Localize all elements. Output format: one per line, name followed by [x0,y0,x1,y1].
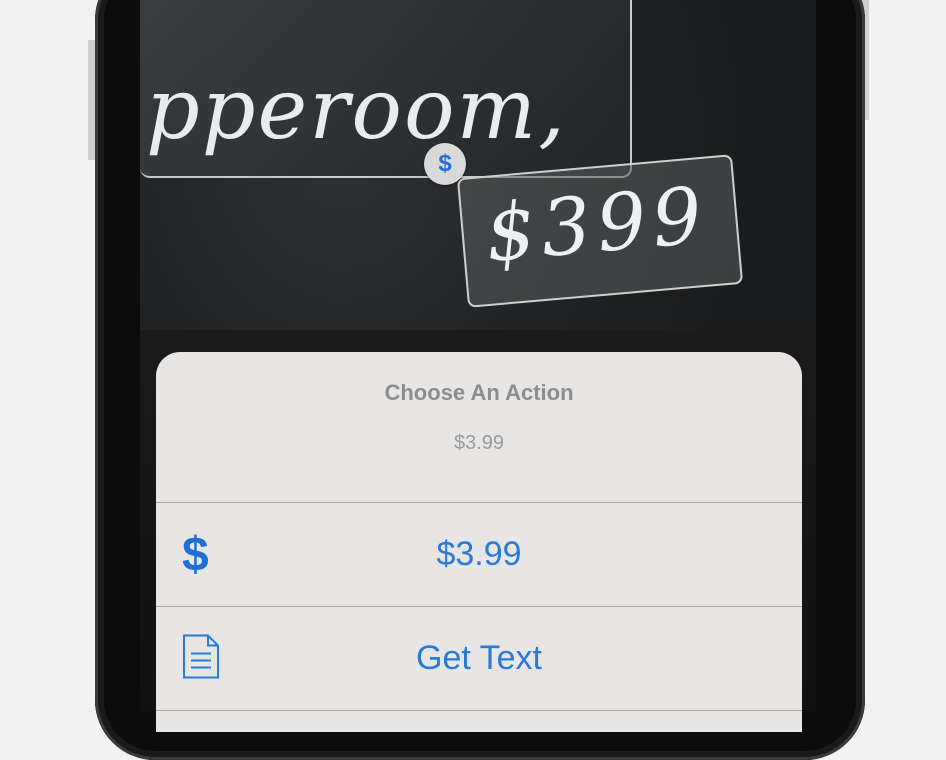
action-sheet: Choose An Action $3.99 $ $3.99 Get Text [156,352,802,732]
price-handwriting: $399 [481,170,712,280]
get-text-action[interactable]: Get Text [156,607,802,711]
action-label: Get Text [416,639,542,677]
sign-handwriting: pperoom, [146,60,567,158]
dollar-icon: $ [438,150,452,177]
action-sheet-title: Choose An Action [384,380,574,405]
dollar-icon: $ [182,528,209,581]
currency-detection-badge[interactable]: $ [424,143,466,185]
document-icon [182,633,220,684]
detected-text-region[interactable]: pperoom, [140,0,632,178]
action-label: $3.99 [436,535,522,573]
action-sheet-header: Choose An Action $3.99 [156,352,802,503]
detected-price-region[interactable]: $399 [456,154,744,308]
convert-currency-action[interactable]: $ $3.99 [156,503,802,607]
action-sheet-subtitle: $3.99 [453,432,505,454]
